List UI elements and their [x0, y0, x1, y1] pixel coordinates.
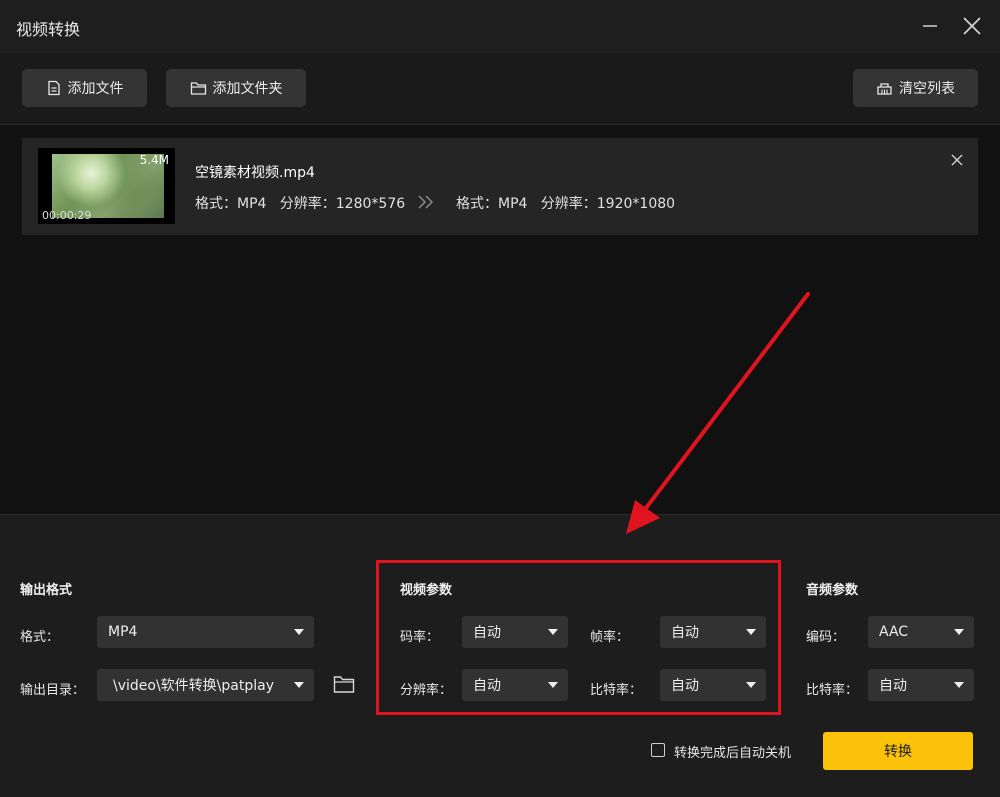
- codec-value: AAC: [879, 624, 909, 640]
- clear-list-button[interactable]: 清空列表: [853, 69, 978, 107]
- caret-down-icon: [954, 629, 964, 635]
- folder-icon: [190, 82, 206, 95]
- format-value: MP4: [108, 624, 138, 640]
- double-chevron-right-icon: [416, 194, 436, 213]
- caret-down-icon: [954, 682, 964, 688]
- open-folder-icon[interactable]: [333, 674, 355, 698]
- codec-select[interactable]: AAC: [868, 616, 974, 648]
- file-item[interactable]: 5.4M 00:00:29 空镜素材视频.mp4 格式：MP4 分辨率：1280…: [22, 138, 978, 235]
- broom-icon: [877, 83, 892, 95]
- close-icon[interactable]: [960, 14, 984, 38]
- audio-bitrate-value: 自动: [879, 678, 907, 694]
- target-info: 格式：MP4 分辨率：1920*1080: [456, 196, 676, 212]
- add-file-button[interactable]: 添加文件: [22, 69, 147, 107]
- remove-file-icon[interactable]: [950, 152, 964, 171]
- caret-down-icon: [294, 629, 304, 635]
- title-bar: 视频转换: [0, 0, 1000, 53]
- auto-shutdown-checkbox[interactable]: [651, 743, 665, 757]
- format-label: 格式：: [20, 630, 60, 645]
- audio-bitrate-label: 比特率：: [806, 683, 859, 698]
- video-thumbnail[interactable]: 5.4M 00:00:29: [38, 148, 175, 224]
- highlight-box: [376, 560, 781, 715]
- file-icon: [47, 80, 60, 96]
- window-title: 视频转换: [16, 20, 81, 39]
- file-size: 5.4M: [139, 153, 169, 167]
- add-file-label: 添加文件: [67, 81, 124, 97]
- clear-list-label: 清空列表: [899, 81, 955, 97]
- auto-shutdown-label[interactable]: 转换完成后自动关机: [674, 742, 791, 761]
- settings-panel: 输出格式 格式： MP4 输出目录： \video\软件转换\patplay 视…: [0, 514, 1000, 797]
- source-info: 格式：MP4 分辨率：1280*576: [195, 196, 406, 212]
- convert-button[interactable]: 转换: [823, 732, 973, 770]
- output-dir-value: \video\软件转换\patplay: [113, 678, 274, 694]
- audio-bitrate-select[interactable]: 自动: [868, 669, 974, 701]
- caret-down-icon: [294, 682, 304, 688]
- add-folder-button[interactable]: 添加文件夹: [166, 69, 306, 107]
- file-name: 空镜素材视频.mp4: [195, 165, 315, 181]
- video-duration: 00:00:29: [42, 209, 92, 222]
- add-folder-label: 添加文件夹: [212, 81, 283, 97]
- file-list: 5.4M 00:00:29 空镜素材视频.mp4 格式：MP4 分辨率：1280…: [0, 125, 1000, 514]
- format-select[interactable]: MP4: [97, 616, 314, 648]
- toolbar: 添加文件 添加文件夹 清空列表: [0, 53, 1000, 125]
- audio-params-title: 音频参数: [806, 583, 859, 598]
- codec-label: 编码：: [806, 630, 846, 645]
- output-section-title: 输出格式: [20, 583, 73, 598]
- minimize-icon[interactable]: [918, 14, 942, 38]
- output-dir-select[interactable]: \video\软件转换\patplay: [97, 669, 314, 701]
- output-dir-label: 输出目录：: [20, 683, 86, 698]
